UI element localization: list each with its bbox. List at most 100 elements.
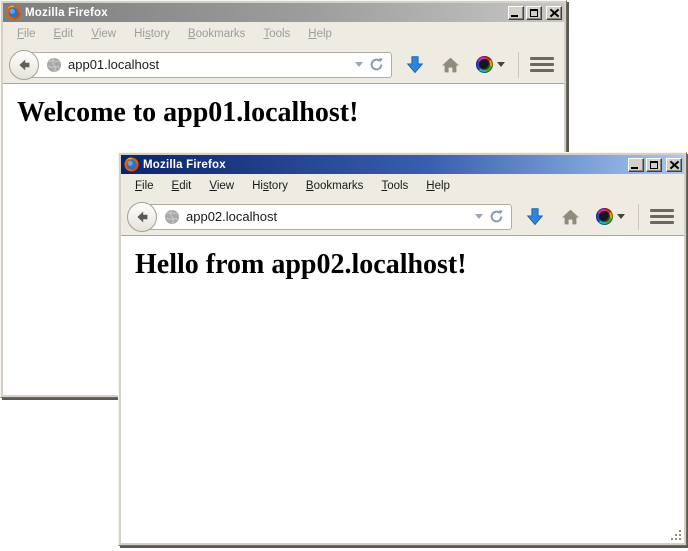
close-icon: [670, 161, 679, 169]
home-icon: [561, 208, 580, 226]
close-icon: [550, 9, 559, 17]
menu-bookmarks[interactable]: Bookmarks: [297, 177, 373, 195]
app-menu-button[interactable]: [530, 57, 554, 72]
menu-label: F: [135, 180, 142, 192]
hamburger-icon: [650, 209, 674, 212]
home-button[interactable]: [561, 208, 580, 226]
menu-label: dit: [179, 180, 191, 192]
menu-bar: File Edit View History Bookmarks Tools H…: [3, 22, 564, 46]
menu-edit[interactable]: Edit: [45, 25, 83, 43]
home-icon: [441, 56, 460, 74]
window-controls: [628, 158, 682, 172]
menu-label: B: [306, 180, 314, 192]
maximize-icon: [650, 161, 658, 169]
search-engine-button[interactable]: [476, 56, 505, 73]
menu-file[interactable]: File: [8, 25, 45, 43]
back-arrow-icon: [16, 57, 32, 73]
search-engine-icon: [596, 208, 613, 225]
menu-view[interactable]: View: [82, 25, 125, 43]
menu-label: Hi: [134, 28, 145, 40]
minimize-button[interactable]: [628, 158, 644, 172]
page-content: Hello from app02.localhost!: [121, 236, 684, 543]
menu-label: Hi: [252, 180, 263, 192]
menu-bar: File Edit View History Bookmarks Tools H…: [121, 174, 684, 198]
download-arrow-icon: [405, 55, 425, 75]
hamburger-icon: [530, 69, 554, 72]
search-engine-button[interactable]: [596, 208, 625, 225]
url-input[interactable]: app01.localhost: [23, 52, 392, 78]
menu-label: V: [91, 28, 98, 40]
minimize-icon: [631, 167, 638, 169]
maximize-icon: [530, 9, 538, 17]
download-button[interactable]: [525, 207, 545, 227]
back-button[interactable]: [9, 50, 39, 80]
window-controls: [508, 6, 562, 20]
hamburger-icon: [650, 221, 674, 224]
back-button[interactable]: [127, 202, 157, 232]
navigation-toolbar: app01.localhost: [3, 46, 564, 84]
menu-label: H: [308, 28, 316, 40]
home-button[interactable]: [441, 56, 460, 74]
site-identity-globe-icon[interactable]: [46, 57, 62, 73]
menu-label: ookmarks: [314, 180, 364, 192]
window-title: Mozilla Firefox: [143, 159, 624, 171]
app-menu-button[interactable]: [650, 209, 674, 224]
url-text: app02.localhost: [186, 209, 469, 224]
minimize-button[interactable]: [508, 6, 524, 20]
reload-button[interactable]: [489, 209, 504, 224]
urlbar-dropdown-icon[interactable]: [475, 214, 483, 219]
menu-history[interactable]: History: [125, 25, 179, 43]
menu-label: ools: [269, 28, 290, 40]
menu-label: B: [188, 28, 196, 40]
titlebar[interactable]: Mozilla Firefox: [121, 155, 684, 174]
maximize-button[interactable]: [526, 6, 542, 20]
menu-help[interactable]: Help: [299, 25, 341, 43]
hamburger-icon: [530, 63, 554, 66]
menu-bookmarks[interactable]: Bookmarks: [179, 25, 255, 43]
menu-label: tory: [151, 28, 170, 40]
page-heading: Welcome to app01.localhost!: [17, 97, 564, 129]
search-dropdown-icon[interactable]: [617, 214, 625, 219]
maximize-button[interactable]: [646, 158, 662, 172]
firefox-logo-icon: [124, 157, 139, 172]
download-arrow-icon: [525, 207, 545, 227]
close-button[interactable]: [666, 158, 682, 172]
titlebar[interactable]: Mozilla Firefox: [3, 3, 564, 22]
menu-label: iew: [217, 180, 234, 192]
site-identity-globe-icon[interactable]: [164, 209, 180, 225]
menu-label: ools: [387, 180, 408, 192]
menu-label: dit: [61, 28, 73, 40]
menu-tools[interactable]: Tools: [372, 177, 417, 195]
menu-label: H: [426, 180, 434, 192]
toolbar-separator: [638, 204, 639, 230]
search-dropdown-icon[interactable]: [497, 62, 505, 67]
reload-icon: [369, 57, 384, 72]
menu-tools[interactable]: Tools: [254, 25, 299, 43]
menu-label: F: [17, 28, 24, 40]
resize-grip-icon[interactable]: [670, 529, 683, 542]
back-arrow-icon: [134, 209, 150, 225]
menu-label: tory: [269, 180, 288, 192]
menu-label: elp: [317, 28, 332, 40]
menu-label: ookmarks: [196, 28, 246, 40]
toolbar-separator: [518, 52, 519, 78]
navigation-toolbar: app02.localhost: [121, 198, 684, 236]
menu-file[interactable]: File: [126, 177, 163, 195]
menu-label: ile: [142, 180, 154, 192]
menu-help[interactable]: Help: [417, 177, 459, 195]
urlbar-dropdown-icon[interactable]: [355, 62, 363, 67]
firefox-logo-icon: [6, 5, 21, 20]
window-title: Mozilla Firefox: [25, 7, 504, 19]
reload-button[interactable]: [369, 57, 384, 72]
page-heading: Hello from app02.localhost!: [135, 249, 684, 281]
url-input[interactable]: app02.localhost: [141, 204, 512, 230]
menu-view[interactable]: View: [200, 177, 243, 195]
download-button[interactable]: [405, 55, 425, 75]
menu-history[interactable]: History: [243, 177, 297, 195]
menu-edit[interactable]: Edit: [163, 177, 201, 195]
reload-icon: [489, 209, 504, 224]
close-button[interactable]: [546, 6, 562, 20]
firefox-window-app02[interactable]: Mozilla Firefox File Edit View History B…: [118, 152, 687, 546]
menu-label: iew: [99, 28, 116, 40]
desktop: Mozilla Firefox File Edit View History B…: [0, 0, 688, 551]
